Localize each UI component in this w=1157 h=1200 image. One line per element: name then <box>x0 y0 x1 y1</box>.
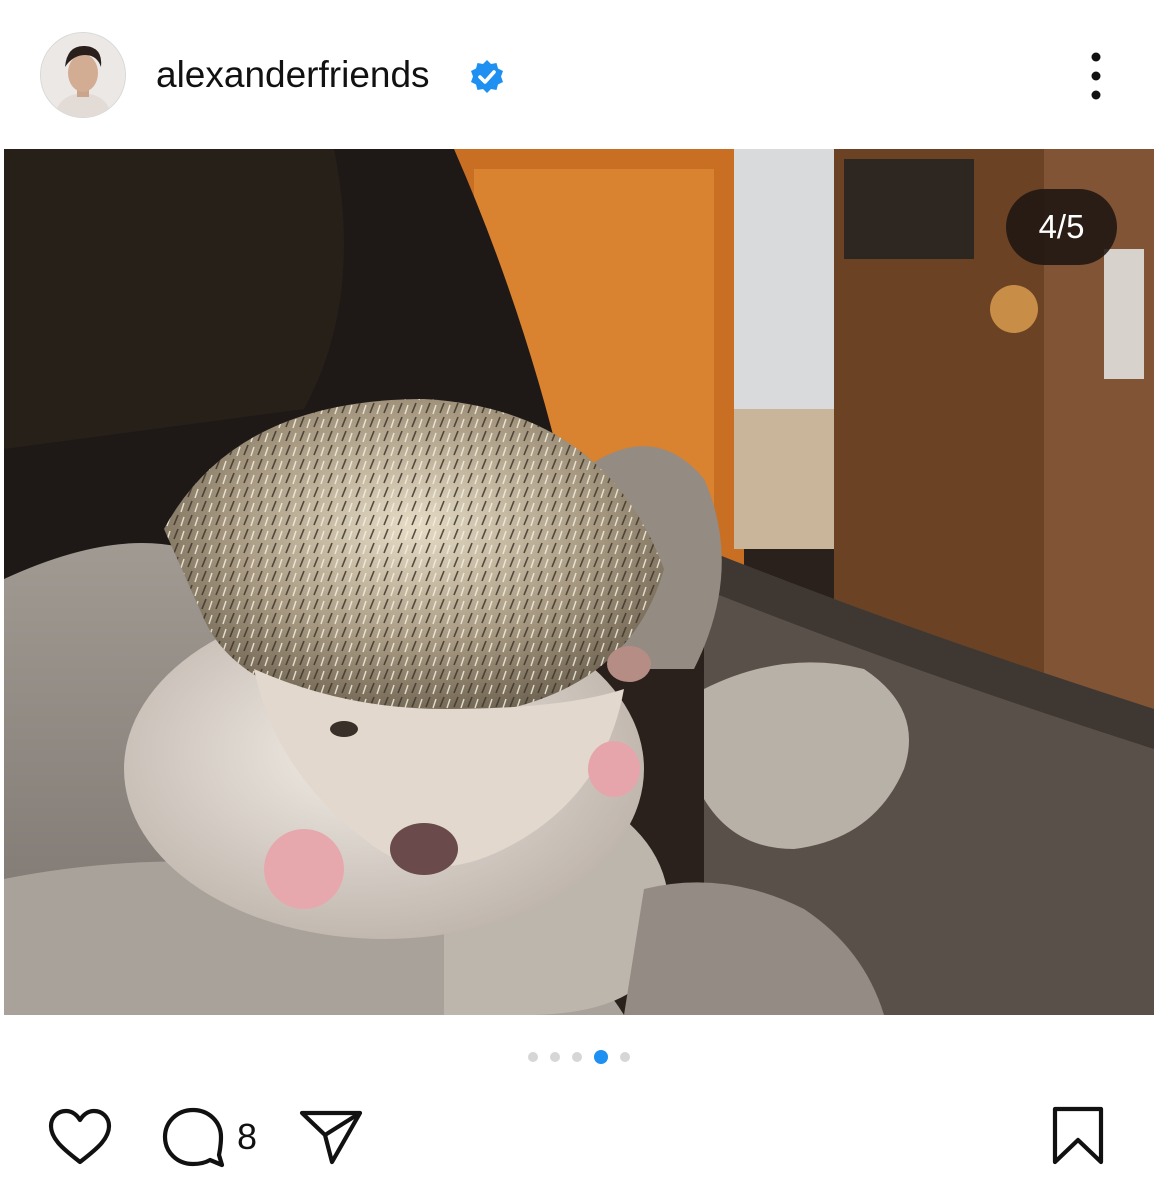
send-icon <box>299 1110 363 1165</box>
carousel-dot[interactable] <box>550 1052 560 1062</box>
username[interactable]: alexanderfriends <box>156 53 430 97</box>
carousel-indicator <box>528 1050 642 1064</box>
carousel-dot[interactable] <box>528 1052 538 1062</box>
avatar-image <box>41 33 125 117</box>
post-header: alexanderfriends <box>0 0 1157 150</box>
comment-button[interactable] <box>160 1105 226 1174</box>
post-photo[interactable] <box>4 149 1154 1015</box>
carousel-dot[interactable] <box>620 1052 630 1062</box>
save-button[interactable] <box>1050 1105 1106 1172</box>
more-options-button[interactable] <box>1078 52 1114 102</box>
post-actions-bar: 8 <box>0 1095 1157 1185</box>
bookmark-icon <box>1052 1106 1104 1165</box>
verified-badge-icon <box>468 58 506 96</box>
carousel-dot-active[interactable] <box>594 1050 608 1064</box>
hedgehog-photo <box>4 149 1154 1015</box>
comment-count: 8 <box>237 1116 258 1157</box>
heart-icon <box>48 1108 112 1165</box>
like-button[interactable] <box>46 1107 114 1172</box>
more-vertical-icon <box>1091 52 1101 100</box>
media-counter-badge: 4/5 <box>1006 189 1117 265</box>
share-button[interactable] <box>298 1107 364 1172</box>
comment-icon <box>162 1107 225 1168</box>
carousel-dot[interactable] <box>572 1052 582 1062</box>
avatar[interactable] <box>40 32 126 118</box>
